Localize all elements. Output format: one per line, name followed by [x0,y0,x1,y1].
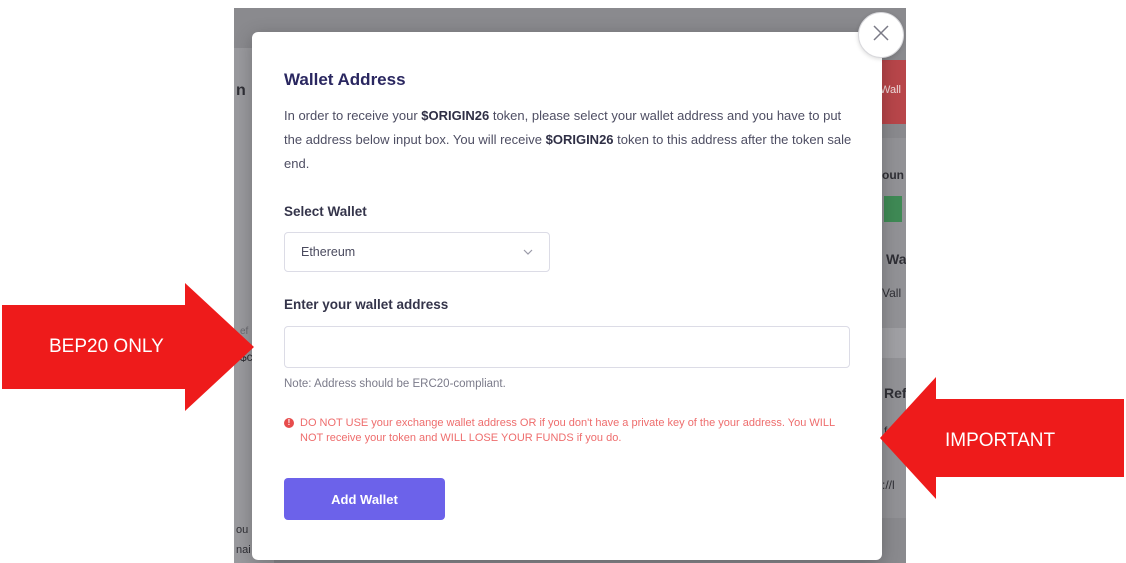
wallet-address-label: Enter your wallet address [284,297,449,312]
background-text-fragment: Wa [886,251,906,267]
background-text-fragment: Vall [882,286,902,300]
chevron-down-icon [523,249,533,255]
background-text-fragment: nai [236,544,251,556]
warning-circle-icon: ! [284,418,294,428]
modal-description: In order to receive your $ORIGIN26 token… [284,104,859,176]
wallet-address-modal: Wallet Address In order to receive your … [252,32,882,560]
wallet-select-value: Ethereum [301,245,356,259]
important-label: IMPORTANT [945,430,1056,451]
background-button-label: Wall [880,84,901,96]
background-text-fragment: oun [882,168,904,182]
erc20-note: Note: Address should be ERC20-compliant. [284,378,506,390]
select-wallet-label: Select Wallet [284,204,367,219]
funds-warning: ! DO NOT USE your exchange wallet addres… [284,416,854,446]
token-name: $ORIGIN26 [421,108,490,123]
token-name: $ORIGIN26 [545,132,614,147]
add-wallet-button[interactable]: Add Wallet [284,478,445,520]
close-button[interactable] [858,12,904,58]
warning-text: DO NOT USE your exchange wallet address … [300,417,835,444]
background-green-badge [884,196,902,222]
bep20-label: BEP20 ONLY [49,336,164,357]
wallet-select[interactable]: Ethereum [284,232,550,272]
background-divider [880,328,906,358]
background-wallet-button: Wall [880,60,906,124]
background-text-fragment: ou [236,524,249,536]
close-icon [872,24,890,47]
modal-title: Wallet Address [284,70,406,89]
background-heading-fragment: n [236,82,246,99]
wallet-address-input[interactable] [284,326,850,368]
description-text: In order to receive your [284,108,422,123]
